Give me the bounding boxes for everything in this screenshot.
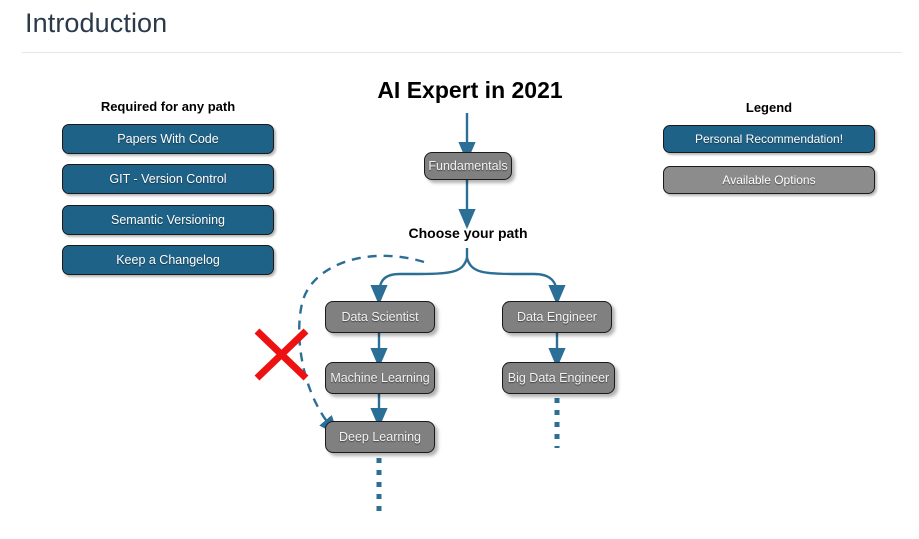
flow-title: AI Expert in 2021 bbox=[377, 77, 563, 103]
required-item-git-version-control[interactable]: GIT - Version Control bbox=[62, 164, 274, 194]
red-cross-icon bbox=[254, 328, 309, 381]
required-item-keep-a-changelog[interactable]: Keep a Changelog bbox=[62, 245, 274, 275]
required-item-semantic-versioning[interactable]: Semantic Versioning bbox=[62, 205, 274, 235]
header-divider bbox=[22, 52, 902, 53]
connector-shortcut-dashed bbox=[298, 254, 425, 436]
legend-item-personal-recommendation: Personal Recommendation! bbox=[663, 125, 875, 153]
flow-node-data-scientist[interactable]: Data Scientist bbox=[325, 301, 435, 333]
required-item-label: Papers With Code bbox=[117, 132, 219, 146]
flow-node-label: Deep Learning bbox=[338, 430, 421, 444]
flow-node-label: Big Data Engineer bbox=[507, 371, 610, 385]
page-title: Introduction bbox=[25, 8, 168, 38]
flow-node-label: Machine Learning bbox=[330, 371, 430, 385]
flow-node-machine-learning[interactable]: Machine Learning bbox=[325, 362, 435, 394]
legend-section-caption: Legend bbox=[745, 100, 793, 115]
page-header: Introduction bbox=[0, 0, 919, 54]
legend-item-available-options: Available Options bbox=[663, 166, 875, 194]
flow-node-label: Data Scientist bbox=[341, 310, 419, 324]
required-item-papers-with-code[interactable]: Papers With Code bbox=[62, 124, 274, 154]
legend-item-label: Available Options bbox=[722, 173, 816, 187]
required-item-label: Keep a Changelog bbox=[116, 253, 220, 267]
required-section-caption: Required for any path bbox=[100, 99, 236, 114]
flow-node-big-data-engineer[interactable]: Big Data Engineer bbox=[502, 362, 615, 394]
flow-node-fundamentals[interactable]: Fundamentals bbox=[424, 152, 512, 180]
flow-node-deep-learning[interactable]: Deep Learning bbox=[325, 421, 435, 453]
flow-node-label: Data Engineer bbox=[517, 310, 597, 324]
flow-node-label: Fundamentals bbox=[428, 159, 508, 173]
connector-fork-left bbox=[370, 257, 469, 306]
choose-path-label: Choose your path bbox=[408, 225, 528, 241]
required-item-label: GIT - Version Control bbox=[109, 172, 227, 186]
required-item-label: Semantic Versioning bbox=[111, 213, 225, 227]
legend-item-label: Personal Recommendation! bbox=[694, 132, 844, 146]
flow-node-data-engineer[interactable]: Data Engineer bbox=[502, 301, 612, 333]
connector-fork-right bbox=[465, 257, 566, 306]
